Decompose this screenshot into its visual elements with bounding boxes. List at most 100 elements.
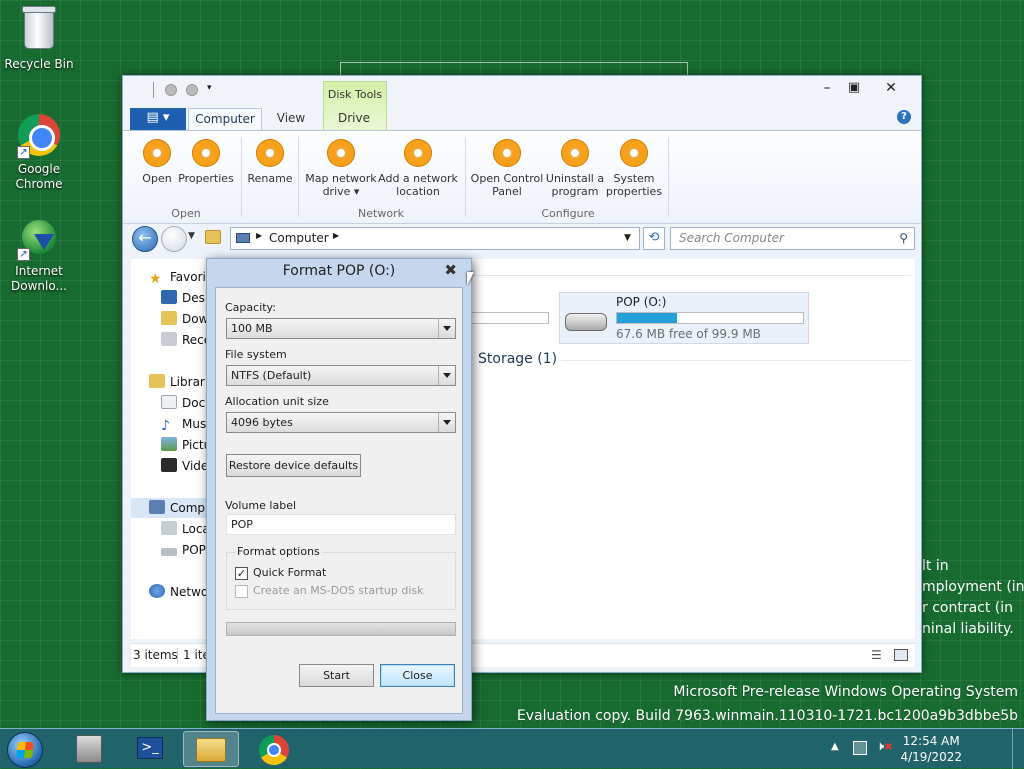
- dialog-close-button[interactable]: ✖: [444, 261, 457, 279]
- quick-access-dropdown-icon[interactable]: ▾: [207, 83, 212, 93]
- minimize-button[interactable]: –: [813, 78, 841, 98]
- nav-local-disk[interactable]: Loca: [161, 519, 210, 539]
- capacity-label: Capacity:: [225, 301, 276, 314]
- network-tray-icon[interactable]: [853, 741, 867, 755]
- add-network-location-button[interactable]: Add a network location: [378, 139, 458, 198]
- capacity-select[interactable]: 100 MB: [226, 318, 456, 339]
- nav-downloads[interactable]: Dow: [161, 309, 208, 329]
- search-placeholder: Search Computer: [679, 231, 784, 245]
- restore-defaults-button[interactable]: Restore device defaults: [226, 454, 361, 477]
- section-rule: [561, 360, 911, 361]
- rename-icon: [256, 139, 284, 167]
- nav-recent-places[interactable]: Rece: [161, 330, 211, 350]
- recent-locations-dropdown-icon[interactable]: ▼: [188, 231, 195, 241]
- back-button[interactable]: ←: [132, 226, 158, 252]
- open-control-panel-button[interactable]: Open Control Panel: [470, 139, 544, 198]
- nav-pictures[interactable]: Pictu: [161, 435, 211, 455]
- taskbar-chrome[interactable]: [246, 731, 302, 767]
- section-header-storage[interactable]: Storage (1): [478, 351, 557, 367]
- nav-music[interactable]: ♪ Musi: [161, 414, 210, 434]
- msdos-startup-checkbox[interactable]: [235, 585, 248, 598]
- server-manager-icon: [76, 735, 102, 763]
- desktop-icon-internet-download-manager[interactable]: ↗ Internet Downlo...: [1, 214, 77, 294]
- address-dropdown-icon[interactable]: ▼: [624, 233, 631, 243]
- taskbar-clock[interactable]: 12:54 AM 4/19/2022: [900, 733, 962, 765]
- nav-libraries[interactable]: Librari: [149, 372, 208, 392]
- open-icon: [143, 139, 171, 167]
- quick-format-label[interactable]: Quick Format: [253, 566, 326, 579]
- close-window-button[interactable]: ✕: [877, 78, 905, 98]
- breadcrumb-separator-icon[interactable]: ▶: [256, 231, 262, 240]
- tab-view[interactable]: View: [266, 108, 316, 130]
- chevron-down-icon[interactable]: [438, 413, 455, 432]
- background-text-line: lt in: [922, 558, 949, 574]
- uninstall-program-button[interactable]: Uninstall a program: [545, 139, 605, 198]
- properties-button[interactable]: Properties: [178, 139, 234, 185]
- taskbar-server-manager[interactable]: [62, 731, 118, 767]
- drive-usage-fill: [617, 313, 677, 323]
- chrome-icon: [259, 735, 289, 765]
- nav-videos[interactable]: Vide: [161, 456, 208, 476]
- breadcrumb-computer[interactable]: Computer: [269, 231, 329, 245]
- volume-label-input[interactable]: POP: [226, 514, 456, 535]
- large-icons-view-icon[interactable]: [894, 649, 908, 661]
- quick-format-checkbox[interactable]: ✓: [235, 567, 248, 580]
- taskbar-file-explorer[interactable]: [183, 731, 239, 767]
- msdos-startup-label: Create an MS-DOS startup disk: [253, 584, 424, 597]
- quick-access-forward-icon[interactable]: [186, 84, 198, 96]
- quick-access-back-icon[interactable]: [165, 84, 177, 96]
- start-button[interactable]: [7, 732, 43, 768]
- up-folder-icon[interactable]: [205, 230, 221, 244]
- address-bar[interactable]: ▶ Computer ▶ ▼: [230, 227, 640, 250]
- refresh-button[interactable]: ⟲: [643, 227, 665, 250]
- tab-computer[interactable]: Computer: [188, 108, 262, 130]
- maximize-button[interactable]: ▣: [840, 78, 868, 98]
- desktop-icon-recycle-bin[interactable]: Recycle Bin: [1, 6, 77, 72]
- chevron-down-icon[interactable]: [438, 319, 455, 338]
- nav-pop-drive[interactable]: POP: [161, 540, 206, 560]
- tab-drive[interactable]: Drive: [325, 108, 383, 130]
- item-count: 3 items: [133, 648, 178, 662]
- system-properties-button[interactable]: System properties: [605, 139, 663, 198]
- nav-desktop[interactable]: Desk: [161, 288, 212, 308]
- add-network-location-icon: [404, 139, 432, 167]
- show-desktop-button[interactable]: [1012, 729, 1024, 769]
- powershell-icon: >_: [137, 737, 163, 759]
- drive-usage-bar: [616, 312, 804, 324]
- pictures-icon: [161, 437, 177, 451]
- status-divider: [177, 648, 178, 664]
- search-icon[interactable]: ⚲: [899, 228, 908, 249]
- drive-name: POP (O:): [616, 295, 667, 309]
- details-view-icon[interactable]: ☰: [871, 649, 882, 661]
- rename-button[interactable]: Rename: [246, 139, 294, 185]
- group-separator: [668, 137, 669, 217]
- forward-button[interactable]: [161, 226, 187, 252]
- nav-network[interactable]: Netwo: [149, 582, 208, 602]
- help-icon[interactable]: ?: [897, 110, 911, 124]
- show-hidden-icons-icon[interactable]: ▲: [831, 741, 839, 752]
- nav-favorites[interactable]: ★ Favori: [149, 267, 206, 287]
- file-menu-button[interactable]: ▤ ▾: [130, 108, 186, 130]
- group-separator: [241, 137, 242, 217]
- desktop-icon-google-chrome[interactable]: ↗ Google Chrome: [1, 112, 77, 192]
- taskbar-powershell[interactable]: >_: [122, 731, 178, 767]
- drive-tile-pop[interactable]: POP (O:) 67.6 MB free of 99.9 MB: [559, 292, 809, 344]
- system-properties-icon: [620, 139, 648, 167]
- start-button[interactable]: Start: [299, 664, 374, 687]
- breadcrumb-separator-icon[interactable]: ▶: [333, 231, 339, 240]
- search-box[interactable]: Search Computer ⚲: [670, 227, 915, 250]
- open-button[interactable]: Open: [137, 139, 177, 185]
- window-titlebar[interactable]: ▾ – ▣ ✕: [123, 76, 921, 104]
- contextual-tab-label: Disk Tools: [327, 88, 383, 101]
- map-network-drive-button[interactable]: Map network drive ▾: [304, 139, 378, 198]
- clock-time: 12:54 AM: [902, 734, 960, 748]
- dialog-body: Capacity: 100 MB File system NTFS (Defau…: [215, 287, 463, 714]
- local-disk-capacity-bar: [463, 312, 549, 324]
- volume-label-caption: Volume label: [225, 499, 297, 512]
- format-progress-bar: [226, 622, 456, 636]
- volume-muted-icon[interactable]: 🕨✖: [876, 739, 893, 754]
- close-button[interactable]: Close: [380, 664, 455, 687]
- allocation-unit-select[interactable]: 4096 bytes: [226, 412, 456, 433]
- chevron-down-icon[interactable]: [438, 366, 455, 385]
- file-system-select[interactable]: NTFS (Default): [226, 365, 456, 386]
